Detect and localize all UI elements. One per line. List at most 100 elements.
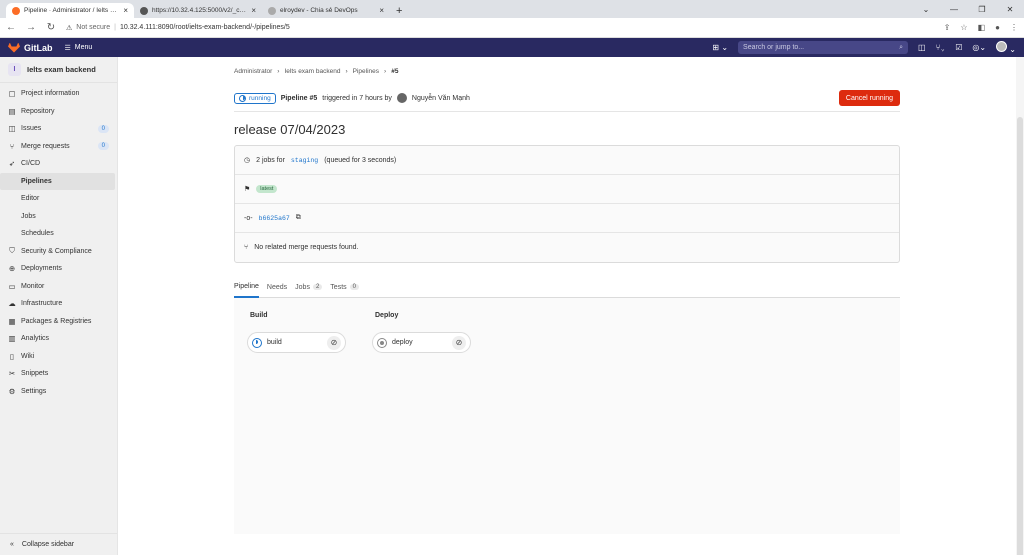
tab-pipeline[interactable]: Pipeline <box>234 277 259 298</box>
sidebar-item-settings[interactable]: ⚙ Settings <box>0 383 117 401</box>
running-status-icon <box>239 94 246 102</box>
cancel-job-icon[interactable]: ⊘ <box>452 335 466 350</box>
sidebar-item-repository[interactable]: ▤ Repository <box>0 103 117 121</box>
issues-header-icon[interactable]: ◫ <box>918 43 926 52</box>
gitlab-logo[interactable]: GitLab <box>8 42 53 53</box>
cancel-job-icon[interactable]: ⊘ <box>327 335 341 350</box>
user-name[interactable]: Nguyễn Văn Mạnh <box>412 95 470 102</box>
close-tab-icon[interactable]: × <box>251 6 256 15</box>
scrollbar[interactable] <box>1016 57 1024 555</box>
browser-tab-elroydev[interactable]: elroydev - Chia sẻ DevOps × <box>262 3 390 18</box>
job-deploy[interactable]: deploy ⊘ <box>372 332 471 353</box>
sidebar-item-project-information[interactable]: ▢ Project information <box>0 85 117 103</box>
stage-deploy: Deploy deploy ⊘ <box>372 312 471 520</box>
created-status-icon <box>377 337 387 348</box>
collapse-sidebar-button[interactable]: « Collapse sidebar <box>0 533 117 555</box>
breadcrumb-current[interactable]: #5 <box>391 68 398 75</box>
branch-link[interactable]: staging <box>291 157 318 164</box>
side-panel-icon[interactable]: ◧ <box>978 23 986 32</box>
close-tab-icon[interactable]: × <box>123 6 128 15</box>
package-icon: ▦ <box>8 316 16 326</box>
sidebar-item-pipelines[interactable]: Pipelines <box>0 172 115 190</box>
sidebar-item-label: Deployments <box>21 265 62 273</box>
cancel-running-button[interactable]: Cancel running <box>838 90 900 106</box>
mr-text: No related merge requests found. <box>254 244 359 251</box>
sidebar-item-schedules[interactable]: Schedules <box>0 225 117 243</box>
rocket-icon: ➶ <box>8 159 16 169</box>
sidebar-item-jobs[interactable]: Jobs <box>0 208 117 226</box>
profile-icon[interactable]: ● <box>995 23 1000 32</box>
sidebar-item-infrastructure[interactable]: ☁ Infrastructure <box>0 295 117 313</box>
close-tab-icon[interactable]: × <box>379 6 384 15</box>
tab-needs[interactable]: Needs <box>267 277 287 298</box>
tab-tests[interactable]: Tests 0 <box>330 277 359 298</box>
sidebar-item-editor[interactable]: Editor <box>0 190 117 208</box>
sidebar-item-analytics[interactable]: ▥ Analytics <box>0 330 117 348</box>
pipeline-tabs: Pipeline Needs Jobs 2 Tests 0 <box>234 277 900 298</box>
create-new-icon[interactable]: ⊞ ⌄ <box>712 43 728 52</box>
todos-icon[interactable]: ☑ <box>955 43 962 52</box>
search-input[interactable]: Search or jump to... ⌕ <box>738 41 909 54</box>
tab-label: Jobs <box>295 283 310 291</box>
sidebar-item-label: Monitor <box>21 282 45 290</box>
forward-icon[interactable]: → <box>26 22 36 33</box>
url-field[interactable]: ⚠ Not secure | 10.32.4.111:8090/root/iel… <box>66 24 934 32</box>
sidebar-item-packages[interactable]: ▦ Packages & Registries <box>0 313 117 331</box>
sidebar-item-label: CI/CD <box>21 160 41 168</box>
breadcrumb-item[interactable]: Pipelines <box>353 68 379 75</box>
issues-icon: ◫ <box>8 124 16 134</box>
sidebar-item-label: Editor <box>21 195 40 203</box>
avatar <box>996 41 1008 52</box>
browser-tab-registry[interactable]: https://10.32.4.125:5000/v2/_cat... × <box>134 3 262 18</box>
merge-requests-header-icon[interactable]: ⑂⌄ <box>936 43 946 52</box>
sidebar-item-issues[interactable]: ◫ Issues 0 <box>0 120 117 138</box>
user-menu[interactable]: ⌄ <box>996 41 1016 54</box>
sidebar-item-label: Schedules <box>21 230 54 238</box>
project-header[interactable]: I Ielts exam backend <box>0 57 117 83</box>
commit-icon: -o- <box>244 214 253 222</box>
sidebar-item-deployments[interactable]: ⊕ Deployments <box>0 260 117 278</box>
scissors-icon: ✂ <box>8 369 16 379</box>
sidebar-item-security[interactable]: ⛉ Security & Compliance <box>0 243 117 261</box>
tab-list-icon[interactable]: ⌄ <box>912 0 940 18</box>
new-tab-button[interactable]: + <box>390 3 408 18</box>
sidebar-item-wiki[interactable]: ▯ Wiki <box>0 348 117 366</box>
avatar[interactable] <box>396 93 407 103</box>
sidebar-item-cicd[interactable]: ➶ CI/CD <box>0 155 117 173</box>
tab-title: elroydev - Chia sẻ DevOps <box>280 7 358 14</box>
reload-icon[interactable]: ↻ <box>46 22 56 33</box>
back-icon[interactable]: ← <box>6 22 16 33</box>
menu-button[interactable]: ☰ Menu <box>65 44 93 52</box>
minimize-icon[interactable]: — <box>940 0 968 18</box>
pipeline-label: Pipeline #5 <box>280 94 318 102</box>
browser-tab-pipeline[interactable]: Pipeline · Administrator / Ielts ex... × <box>6 3 134 18</box>
restore-icon[interactable]: ❐ <box>968 0 996 18</box>
breadcrumb-item[interactable]: Ielts exam backend <box>284 68 340 75</box>
tab-jobs[interactable]: Jobs 2 <box>295 277 323 298</box>
tab-title: https://10.32.4.125:5000/v2/_cat... <box>152 7 248 14</box>
job-build[interactable]: build ⊘ <box>247 332 346 353</box>
sidebar-item-monitor[interactable]: ▭ Monitor <box>0 278 117 296</box>
merge-request-row: ⑂ No related merge requests found. <box>235 233 899 262</box>
commit-sha-link[interactable]: b6625a67 <box>259 215 290 222</box>
sidebar-item-merge-requests[interactable]: ⑂ Merge requests 0 <box>0 138 117 156</box>
help-icon[interactable]: ◎⌄ <box>972 43 986 52</box>
scrollbar-thumb[interactable] <box>1017 117 1023 555</box>
close-window-icon[interactable]: ✕ <box>996 0 1024 18</box>
browser-menu-icon[interactable]: ⋮ <box>1010 23 1018 32</box>
stage-title: Build <box>250 312 268 319</box>
bookmark-star-icon[interactable]: ☆ <box>960 23 967 32</box>
flag-icon: ⚑ <box>244 186 251 193</box>
jobs-suffix: (queued for 3 seconds) <box>324 156 397 164</box>
breadcrumb-item[interactable]: Administrator <box>234 68 272 75</box>
collapse-label: Collapse sidebar <box>21 541 75 548</box>
copy-icon[interactable]: ⧉ <box>296 214 301 222</box>
chevron-right-icon: › <box>345 67 348 75</box>
status-badge[interactable]: running <box>234 92 276 104</box>
share-icon[interactable]: ⇪ <box>944 23 951 32</box>
latest-badge: latest <box>256 185 278 193</box>
deployments-icon: ⊕ <box>8 264 16 274</box>
sidebar-item-snippets[interactable]: ✂ Snippets <box>0 365 117 383</box>
not-secure-label: Not secure <box>76 24 111 31</box>
job-name: build <box>267 339 282 346</box>
